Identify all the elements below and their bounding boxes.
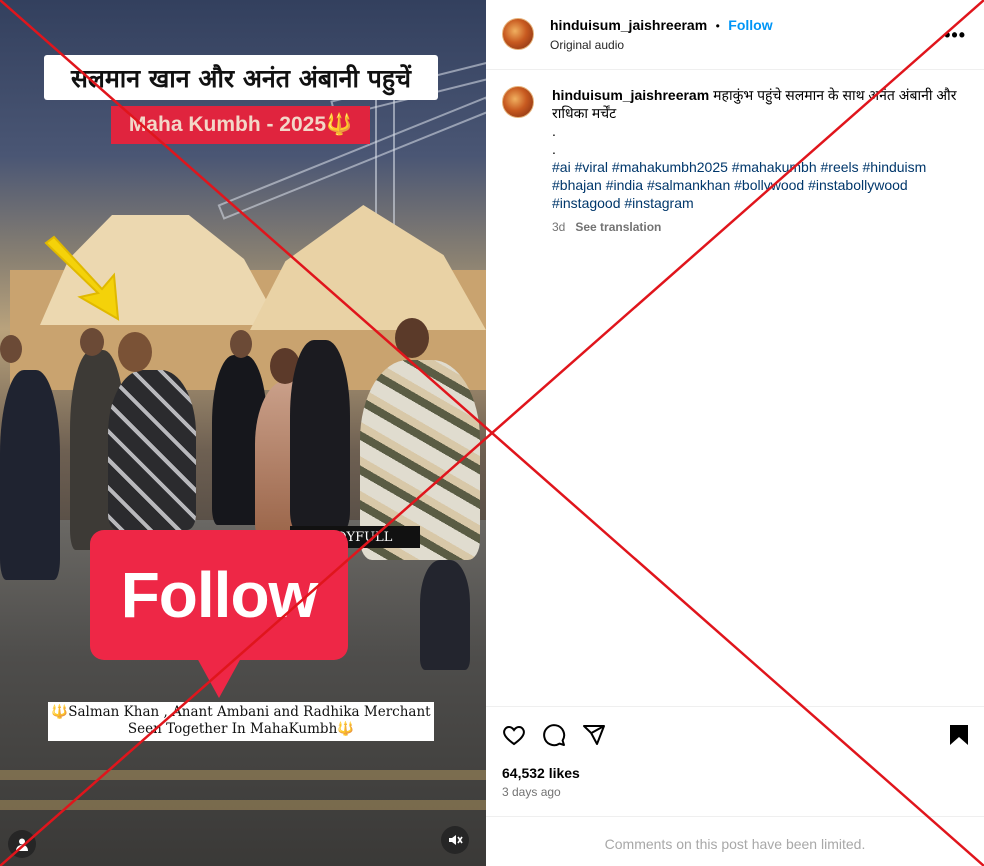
ground-light-stripe [0, 800, 486, 810]
bookmark-icon[interactable] [948, 723, 970, 747]
caption-hashtags[interactable]: #ai #viral #mahakumbh2025 #mahakumbh #re… [552, 158, 962, 212]
comment-icon[interactable] [542, 723, 566, 747]
header-separator: • [715, 19, 720, 33]
caption-age[interactable]: 3d [552, 220, 565, 234]
person-silhouette [0, 370, 60, 580]
person-head [118, 332, 152, 372]
post-timestamp[interactable]: 3 days ago [502, 785, 561, 799]
follow-button[interactable]: Follow [728, 17, 772, 33]
person-head [0, 335, 22, 363]
post-actions: 64,532 likes 3 days ago [486, 706, 984, 816]
caption-dot: . [552, 123, 556, 139]
person-head [80, 328, 104, 356]
video-caption-line: Seen Together In MahaKumbh🔱 [127, 721, 355, 737]
video-caption-overlay: 🔱Salman Khan , Anant Ambani and Radhika … [48, 702, 434, 741]
post-sidebar: hinduisum_jaishreeram • Follow Original … [486, 0, 984, 866]
heart-icon[interactable] [502, 723, 526, 747]
video-caption-line: 🔱Salman Khan , Anant Ambani and Radhika … [51, 704, 431, 720]
yellow-arrow-icon [44, 235, 120, 321]
person-head [230, 330, 252, 358]
audio-label[interactable]: Original audio [550, 38, 624, 52]
post-media[interactable]: सलमान खान और अनंत अंबानी पहुचें Maha Kum… [0, 0, 486, 866]
follow-sticker-tail [197, 658, 241, 698]
video-event-overlay: Maha Kumbh - 2025🔱 [111, 106, 370, 144]
follow-sticker: Follow [90, 530, 348, 660]
avatar[interactable] [502, 18, 534, 50]
person-silhouette [108, 370, 196, 530]
person-head [395, 318, 429, 358]
video-title-overlay: सलमान खान और अनंत अंबानी पहुचें [44, 55, 438, 100]
see-translation-button[interactable]: See translation [575, 220, 661, 234]
person-silhouette [420, 560, 470, 670]
post-header: hinduisum_jaishreeram • Follow Original … [486, 0, 984, 70]
share-icon[interactable] [582, 723, 606, 747]
more-options-icon[interactable]: ••• [944, 25, 966, 46]
caption-meta: 3d See translation [552, 220, 661, 234]
caption-dot: . [552, 141, 556, 157]
ground-light-stripe [0, 770, 486, 780]
comments-limited-notice: Comments on this post have been limited. [486, 816, 984, 866]
post-caption: hinduisum_jaishreeram महाकुंभ पहुंचे सलमा… [552, 86, 962, 212]
author-username[interactable]: hinduisum_jaishreeram [550, 17, 707, 33]
post-header-line: hinduisum_jaishreeram • Follow [550, 17, 773, 35]
likes-count[interactable]: 64,532 likes [502, 765, 580, 781]
volume-muted-icon[interactable] [441, 826, 469, 854]
tent-roof [250, 205, 486, 330]
user-tag-icon[interactable] [8, 830, 36, 858]
person-silhouette [290, 340, 350, 530]
avatar[interactable] [502, 86, 534, 118]
caption-username[interactable]: hinduisum_jaishreeram [552, 87, 709, 103]
